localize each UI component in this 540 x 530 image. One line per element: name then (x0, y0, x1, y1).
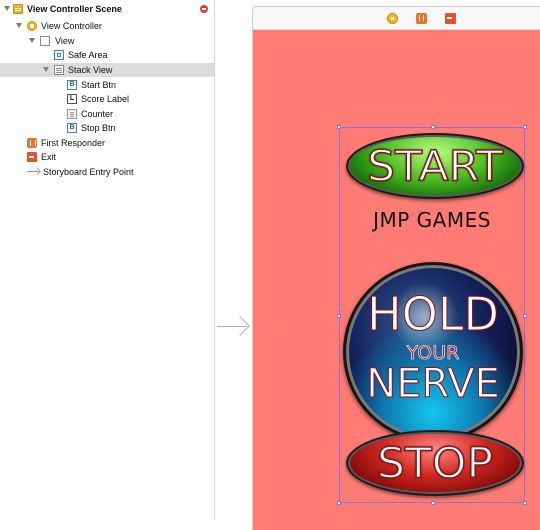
button-icon: B (67, 80, 77, 90)
resize-handle[interactable] (431, 125, 435, 129)
outline-item-entry-point[interactable]: Storyboard Entry Point (0, 165, 214, 179)
disclosure-triangle-icon[interactable] (16, 23, 22, 28)
outline-scene-row[interactable]: View Controller Scene (0, 2, 214, 16)
outline-item-label: Exit (41, 152, 57, 162)
disclosure-triangle-icon[interactable] (4, 6, 10, 11)
outline-item-view[interactable]: View (0, 34, 214, 48)
view-controller-frame[interactable]: START JMP GAMES HOLD YOUR NERVE STOP (252, 6, 540, 530)
resize-handle[interactable] (523, 501, 527, 505)
first-responder-icon[interactable] (416, 13, 427, 24)
start-button-label: START (366, 141, 503, 191)
scene-dock (252, 6, 540, 30)
exit-icon (27, 152, 37, 162)
outline-item-label: Safe Area (68, 50, 108, 60)
start-button[interactable]: START (346, 133, 524, 199)
score-label[interactable]: JMP GAMES (339, 208, 525, 232)
storyboard-canvas[interactable]: START JMP GAMES HOLD YOUR NERVE STOP (215, 0, 540, 530)
counter-line-hold: HOLD (367, 287, 500, 341)
outline-item-counter[interactable]: Counter (0, 107, 214, 121)
view-controller-icon (27, 21, 37, 31)
scene-icon (13, 4, 23, 14)
outline-item-score-label[interactable]: L Score Label (0, 92, 214, 106)
outline-item-label: View (55, 36, 75, 46)
document-outline: View Controller Scene View Controller Vi… (0, 0, 215, 520)
view-controller-icon[interactable] (387, 13, 398, 24)
resize-handle[interactable] (523, 314, 527, 318)
outline-item-label: Counter (81, 109, 114, 119)
resize-handle[interactable] (337, 501, 341, 505)
text-view-icon (67, 109, 77, 119)
button-icon: B (67, 123, 77, 133)
disclosure-triangle-icon[interactable] (29, 38, 35, 43)
disclosure-triangle-icon[interactable] (43, 67, 49, 72)
outline-item-start-btn[interactable]: B Start Btn (0, 78, 214, 92)
resize-handle[interactable] (431, 501, 435, 505)
outline-item-label: Score Label (81, 94, 130, 104)
outline-scene-label: View Controller Scene (27, 4, 122, 14)
stack-view-icon (54, 65, 64, 75)
resize-handle[interactable] (337, 314, 341, 318)
storyboard-entry-arrow[interactable] (217, 326, 247, 327)
stop-button-label: STOP (376, 438, 493, 488)
first-responder-icon (27, 138, 37, 148)
outline-item-label: Storyboard Entry Point (43, 167, 134, 177)
entry-point-arrow-icon (27, 171, 39, 172)
outline-item-label: Start Btn (81, 80, 117, 90)
root-view[interactable]: START JMP GAMES HOLD YOUR NERVE STOP (252, 30, 540, 530)
stop-button[interactable]: STOP (346, 430, 524, 496)
outline-item-label: Stop Btn (81, 123, 116, 133)
outline-item-label: First Responder (41, 138, 106, 148)
outline-item-stop-btn[interactable]: B Stop Btn (0, 121, 214, 135)
label-icon: L (67, 94, 77, 104)
view-icon (40, 36, 50, 46)
resize-handle[interactable] (337, 125, 341, 129)
outline-item-safe-area[interactable]: Safe Area (0, 48, 214, 62)
safe-area-icon (54, 50, 64, 60)
counter-line-your: YOUR (406, 342, 460, 364)
outline-item-first-responder[interactable]: First Responder (0, 136, 214, 150)
outline-item-stack-view[interactable]: Stack View (0, 63, 214, 77)
warning-icon[interactable] (200, 5, 208, 13)
counter-line-nerve: NERVE (366, 361, 500, 407)
outline-item-label: View Controller (41, 21, 102, 31)
resize-handle[interactable] (523, 125, 527, 129)
exit-icon[interactable] (445, 13, 456, 24)
outline-item-view-controller[interactable]: View Controller (0, 19, 214, 33)
counter-view[interactable]: HOLD YOUR NERVE (343, 262, 523, 442)
outline-item-exit[interactable]: Exit (0, 150, 214, 164)
outline-item-label: Stack View (68, 65, 113, 75)
